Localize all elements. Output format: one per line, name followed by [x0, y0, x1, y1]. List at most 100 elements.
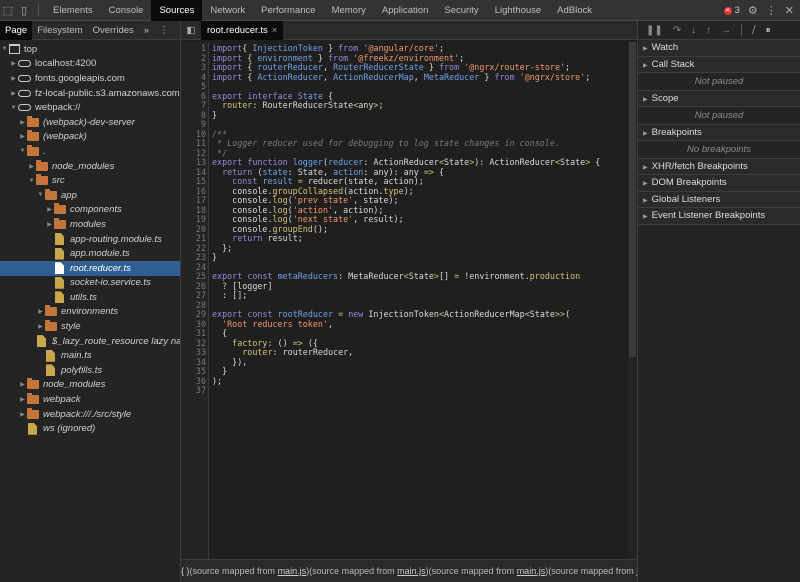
tab-adblock[interactable]: AdBlock: [549, 0, 600, 21]
tab-elements[interactable]: Elements: [45, 0, 101, 21]
tree-item[interactable]: app-routing.module.ts: [0, 232, 180, 247]
scrollbar-thumb[interactable]: [629, 42, 636, 357]
folder-icon: [45, 320, 57, 332]
pretty-print-icon[interactable]: { }: [181, 566, 190, 576]
more-options-icon[interactable]: ⋮: [766, 4, 777, 17]
tree-item-label: src: [52, 175, 65, 187]
code-token: state: [262, 166, 288, 177]
inspect-element-icon[interactable]: ⬚: [0, 0, 16, 21]
line-text: );: [208, 376, 222, 387]
tree-item[interactable]: polyfills.ts: [0, 363, 180, 378]
collapsed-arrow-icon: ▶: [643, 96, 648, 103]
section-event-listener-breakpoints[interactable]: ▶ Event Listener Breakpoints: [638, 208, 800, 225]
collapsed-arrow-icon: ▶: [11, 90, 16, 97]
file-icon: [55, 262, 64, 275]
tree-item[interactable]: ▶ node_modules: [0, 159, 180, 174]
tree-item[interactable]: ▶ fonts.googleapis.com: [0, 71, 180, 86]
pause-icon[interactable]: ❚❚: [646, 25, 663, 36]
section-label: Call Stack: [651, 58, 695, 70]
section-dom-breakpoints[interactable]: ▶ DOM Breakpoints: [638, 175, 800, 192]
tree-item[interactable]: ▶ (webpack): [0, 130, 180, 145]
tree-item[interactable]: ▼ webpack://: [0, 100, 180, 115]
tree-item[interactable]: ▼ src: [0, 173, 180, 188]
tree-item[interactable]: ▶ modules: [0, 217, 180, 232]
error-counter[interactable]: ✕ 3: [723, 5, 740, 16]
tree-item-label: environments: [61, 306, 119, 318]
tree-item[interactable]: ▼.: [0, 144, 180, 159]
navigator-menu-icon[interactable]: ⋮: [154, 21, 174, 40]
line-number[interactable]: 37: [181, 385, 208, 396]
tree-item[interactable]: app.module.ts: [0, 246, 180, 261]
step-into-icon[interactable]: ↓: [691, 25, 696, 36]
tree-item[interactable]: ▶ (webpack)-dev-server: [0, 115, 180, 130]
pause-on-exceptions-icon[interactable]: ⏸: [766, 25, 771, 36]
folder-icon: [36, 174, 48, 186]
tab-console[interactable]: Console: [101, 0, 152, 21]
tab-performance[interactable]: Performance: [253, 0, 323, 21]
tree-item[interactable]: ▶ webpack:///./src/style: [0, 407, 180, 422]
tree-item-label: node_modules: [52, 160, 115, 172]
tree-item[interactable]: $_lazy_route_resource lazy namespace obj…: [0, 334, 180, 349]
section-call-stack[interactable]: ▶ Call Stack: [638, 56, 800, 73]
tree-item[interactable]: ▶ components: [0, 203, 180, 218]
code-line: 22 };: [181, 243, 628, 254]
code-token: : ActionReducer: [363, 157, 439, 167]
tree-item[interactable]: main.ts: [0, 348, 180, 363]
file-icon: [55, 291, 64, 304]
code-token: new: [348, 309, 364, 319]
tree-item[interactable]: ▼ top: [0, 42, 180, 57]
section-scope[interactable]: ▶ Scope: [638, 90, 800, 107]
editor-scrollbar[interactable]: [628, 42, 637, 559]
tree-item[interactable]: ▶ style: [0, 319, 180, 334]
toggle-navigator-icon[interactable]: ◧: [181, 25, 201, 36]
section-xhr-fetch-breakpoints[interactable]: ▶ XHR/fetch Breakpoints: [638, 158, 800, 175]
step-out-icon[interactable]: ↑: [706, 25, 711, 36]
close-tab-icon[interactable]: ×: [272, 25, 278, 36]
more-tabs-button[interactable]: »: [139, 21, 154, 40]
main-js-link[interactable]: main.js: [278, 566, 307, 576]
settings-gear-icon[interactable]: ⚙: [748, 4, 758, 17]
tree-item[interactable]: utils.ts: [0, 290, 180, 305]
tab-memory[interactable]: Memory: [324, 0, 374, 21]
code-token: 'Root reducers token': [222, 318, 328, 329]
section-watch[interactable]: ▶ Watch: [638, 40, 800, 57]
tree-item[interactable]: ▶ environments: [0, 305, 180, 320]
code-token: : RouterReducerState: [252, 100, 354, 110]
main-js-link[interactable]: main.js: [517, 566, 546, 576]
file-icon: [28, 422, 37, 435]
tab-overrides[interactable]: Overrides: [88, 21, 139, 40]
tab-network[interactable]: Network: [202, 0, 253, 21]
tab-page[interactable]: Page: [0, 20, 33, 40]
section-breakpoints[interactable]: ▶ Breakpoints: [638, 124, 800, 141]
tab-lighthouse[interactable]: Lighthouse: [487, 0, 549, 21]
tree-item[interactable]: ▶ fz-local-public.s3.amazonaws.com: [0, 86, 180, 101]
tab-security[interactable]: Security: [436, 0, 486, 21]
code-token: type: [383, 185, 404, 196]
tree-item-label: modules: [70, 218, 106, 230]
tree-item[interactable]: root.reducer.ts: [0, 260, 180, 276]
tab-sources[interactable]: Sources: [151, 0, 203, 21]
tab-application[interactable]: Application: [374, 0, 436, 21]
editor-tab-root-reducer[interactable]: root.reducer.ts ×: [201, 20, 284, 40]
tree-item[interactable]: ▶ webpack: [0, 392, 180, 407]
code-token: {: [212, 328, 228, 338]
section-global-listeners[interactable]: ▶ Global Listeners: [638, 191, 800, 208]
main-js-link[interactable]: main.js: [397, 566, 426, 576]
cloud-icon: [18, 74, 31, 82]
code-token: import: [212, 62, 243, 72]
code-area[interactable]: 1 import{ InjectionToken } from '@angular…: [181, 42, 628, 559]
tree-item[interactable]: ▶ localhost:4200: [0, 57, 180, 72]
tab-filesystem[interactable]: Filesystem: [32, 21, 87, 40]
tree-item[interactable]: ▼ app: [0, 188, 180, 203]
tree-item[interactable]: ws (ignored): [0, 421, 180, 436]
step-icon[interactable]: →: [721, 25, 731, 36]
code-line: 27 : [];: [181, 290, 628, 301]
close-icon[interactable]: ✕: [785, 4, 794, 17]
tree-item[interactable]: socket-io.service.ts: [0, 276, 180, 291]
step-over-icon[interactable]: ↷: [673, 25, 681, 36]
code-line: 37: [181, 385, 628, 396]
tree-item[interactable]: ▶ node_modules: [0, 378, 180, 393]
deactivate-breakpoints-icon[interactable]: ⧸: [752, 25, 755, 36]
device-toolbar-icon[interactable]: ▯: [16, 0, 32, 21]
